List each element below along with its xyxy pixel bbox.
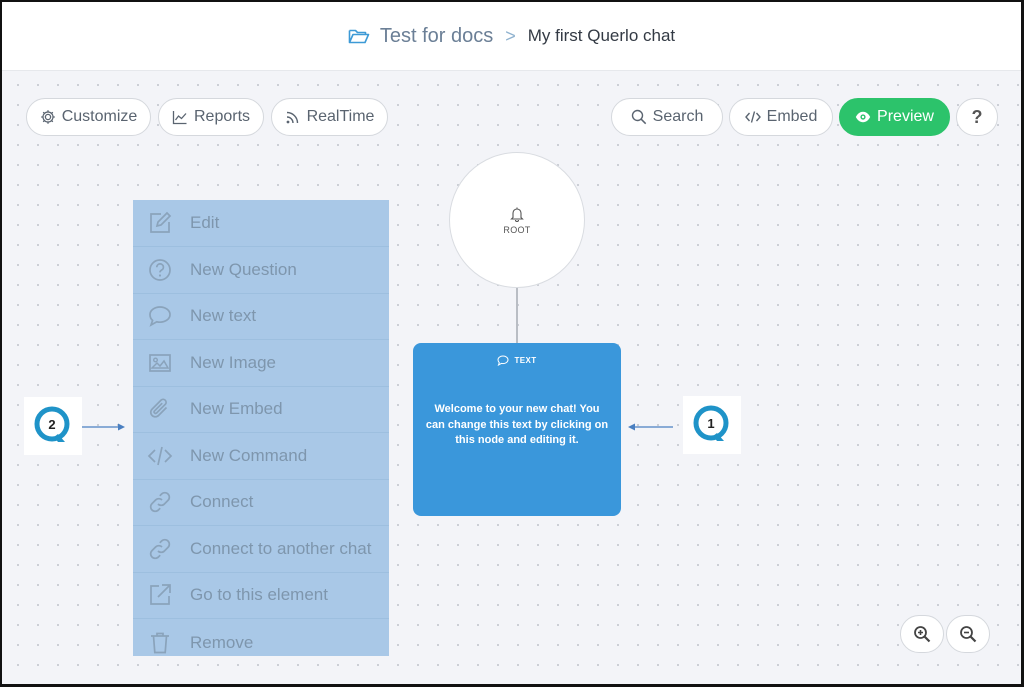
eye-icon: [855, 111, 871, 123]
link-icon: [149, 538, 171, 560]
zoom-in-icon: [914, 626, 931, 643]
code-icon: [744, 111, 761, 123]
menu-item-label: Connect: [190, 492, 254, 511]
menu-item-new-question[interactable]: New Question: [133, 247, 389, 294]
gear-icon: [40, 110, 55, 124]
search-label: Search: [652, 108, 704, 125]
root-label: ROOT: [503, 224, 531, 235]
context-menu: Edit New Question New text New Image New…: [133, 200, 389, 656]
paperclip-icon: [149, 398, 168, 418]
realtime-button[interactable]: RealTime: [271, 98, 388, 136]
link-icon: [149, 491, 171, 513]
menu-item-label: Remove: [190, 632, 254, 652]
breadcrumb-folder[interactable]: Test for docs: [380, 25, 493, 48]
zoom-out-icon: [960, 626, 977, 643]
annotation-badge-2: 2: [24, 397, 82, 455]
menu-item-connect[interactable]: Connect: [133, 479, 389, 526]
menu-item-label: Edit: [190, 213, 220, 232]
header-bar: Test for docs > My first Querlo chat: [2, 2, 1021, 71]
breadcrumb: Test for docs > My first Querlo chat: [348, 25, 675, 48]
app-window: Test for docs > My first Querlo chat Cus…: [0, 0, 1024, 687]
annotation-arrow-1: [628, 423, 673, 431]
speech-bubble-icon: [497, 355, 509, 366]
search-icon: [631, 109, 646, 125]
menu-item-label: New text: [190, 306, 257, 325]
annotation-badge-1: 1: [683, 396, 741, 454]
search-button[interactable]: Search: [611, 98, 723, 136]
bell-icon: [510, 207, 524, 222]
annotation-number: 2: [48, 417, 55, 432]
external-link-icon: [150, 584, 171, 605]
callout-marker-icon: 2: [34, 406, 70, 442]
node-type-label: TEXT: [514, 356, 537, 365]
menu-item-label: New Command: [190, 446, 308, 465]
customize-label: Customize: [61, 108, 138, 125]
root-node[interactable]: ROOT: [449, 152, 585, 288]
help-button[interactable]: ?: [956, 98, 998, 136]
image-icon: [149, 354, 171, 372]
trash-icon: [151, 632, 169, 653]
menu-item-label: Go to this element: [190, 585, 328, 604]
help-label: ?: [971, 106, 983, 127]
menu-item-label: New Image: [190, 353, 276, 372]
menu-item-connect-to-another-chat[interactable]: Connect to another chat: [133, 526, 389, 573]
customize-button[interactable]: Customize: [26, 98, 151, 136]
chart-line-icon: [172, 111, 187, 125]
text-node[interactable]: TEXT Welcome to your new chat! You can c…: [413, 343, 621, 516]
embed-label: Embed: [766, 108, 818, 125]
preview-button[interactable]: Preview: [839, 98, 950, 136]
reports-button[interactable]: Reports: [158, 98, 264, 136]
zoom-out-button[interactable]: [946, 615, 990, 653]
node-connector: [516, 288, 518, 344]
menu-item-edit[interactable]: Edit: [133, 200, 389, 247]
edit-icon: [150, 211, 172, 233]
menu-item-new-image[interactable]: New Image: [133, 340, 389, 387]
rss-icon: [286, 111, 298, 124]
menu-item-remove[interactable]: Remove: [133, 619, 389, 666]
speech-bubble-icon: [149, 306, 171, 327]
callout-marker-icon: 1: [693, 405, 729, 441]
breadcrumb-separator: >: [505, 25, 516, 46]
menu-item-go-to-element[interactable]: Go to this element: [133, 572, 389, 619]
realtime-label: RealTime: [306, 108, 375, 125]
menu-item-new-command[interactable]: New Command: [133, 433, 389, 480]
annotation-number: 1: [707, 416, 714, 431]
menu-item-new-embed[interactable]: New Embed: [133, 386, 389, 433]
annotation-arrow-2: [82, 423, 125, 431]
preview-label: Preview: [877, 108, 934, 125]
reports-label: Reports: [193, 108, 251, 125]
menu-item-label: New Embed: [190, 399, 283, 418]
zoom-in-button[interactable]: [900, 615, 944, 653]
node-message: Welcome to your new chat! You can change…: [425, 403, 609, 446]
menu-item-label: New Question: [190, 260, 297, 279]
embed-button[interactable]: Embed: [729, 98, 833, 136]
folder-open-icon[interactable]: [348, 27, 370, 45]
question-circle-icon: [149, 259, 171, 281]
menu-item-new-text[interactable]: New text: [133, 293, 389, 340]
node-type-header: TEXT: [413, 355, 621, 366]
menu-item-label: Connect to another chat: [190, 539, 372, 558]
code-icon: [147, 446, 173, 466]
breadcrumb-page: My first Querlo chat: [527, 26, 676, 45]
